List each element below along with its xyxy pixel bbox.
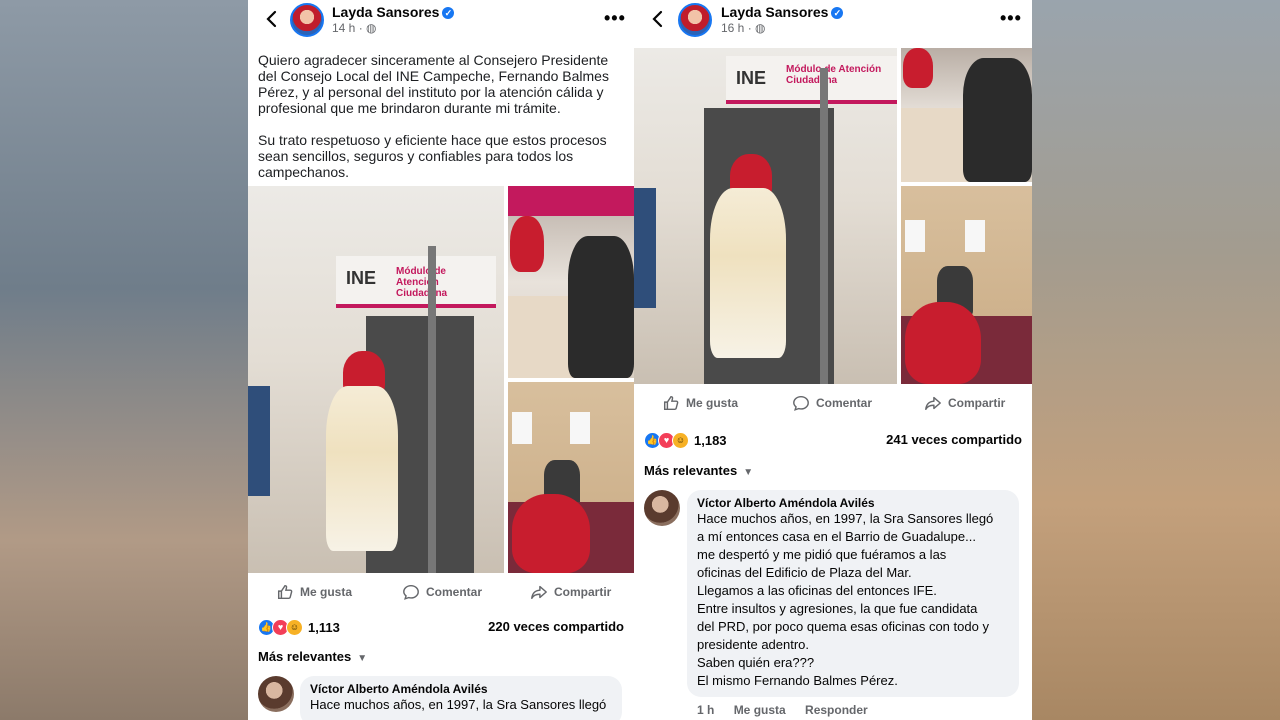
like-icon [663, 395, 679, 411]
commenter-avatar[interactable] [258, 676, 294, 712]
reaction-count: 1,113 [308, 620, 340, 635]
haha-reaction-icon: ☺ [672, 432, 689, 449]
commenter-avatar[interactable] [644, 490, 680, 526]
comment-bubble: Víctor Alberto Améndola Avilés Hace much… [687, 490, 1019, 697]
more-dots-icon[interactable]: ••• [604, 8, 626, 29]
globe-icon: ◍ [755, 21, 766, 35]
post-photo-main[interactable]: INE Módulo de Atención Ciudadana [634, 48, 897, 384]
share-icon [531, 585, 547, 600]
comments-sort-dropdown[interactable]: Más relevantes ▼ [258, 649, 367, 664]
comment-text: Hace muchos años, en 1997, la Sra Sansor… [697, 511, 994, 688]
author-avatar[interactable] [290, 3, 324, 37]
post-header: Layda Sansores ✓ 16 h · ◍ ••• [634, 0, 1032, 44]
verified-icon: ✓ [831, 7, 844, 19]
post-actions-bar: Me gusta Comentar Compartir [248, 573, 634, 609]
post-actions-bar: Me gusta Comentar Compartir [634, 384, 1032, 420]
ine-logo-text: INE [346, 268, 377, 288]
post-stats: 👍 ♥ ☺ 1,113 220 veces compartido [248, 617, 634, 639]
like-button[interactable]: Me gusta [276, 583, 352, 601]
like-label: Me gusta [300, 585, 353, 599]
more-dots-icon[interactable]: ••• [1000, 8, 1022, 29]
reactions[interactable]: 👍 ♥ ☺ 1,113 [258, 619, 340, 636]
share-count[interactable]: 241 veces compartido [886, 432, 1022, 447]
post-photo-main[interactable]: INE Módulo de Atención Ciudadana [248, 186, 504, 573]
chevron-down-icon: ▼ [357, 653, 368, 664]
back-arrow-icon[interactable] [262, 9, 282, 29]
sort-label: Más relevantes [644, 463, 738, 478]
comment-time: 1 h [697, 703, 715, 717]
share-count[interactable]: 220 veces compartido [488, 619, 624, 634]
comment-label: Comentar [816, 396, 873, 410]
reaction-count: 1,183 [694, 433, 727, 448]
author-name[interactable]: Layda Sansores ✓ [332, 4, 455, 20]
post-photo-desk[interactable] [508, 186, 634, 378]
comment-author[interactable]: Víctor Alberto Améndola Avilés [697, 496, 1009, 510]
share-label: Compartir [554, 585, 612, 599]
comment-like-button[interactable]: Me gusta [734, 703, 786, 717]
reactions[interactable]: 👍 ♥ ☺ 1,183 [644, 432, 727, 449]
haha-reaction-icon: ☺ [286, 619, 303, 636]
author-avatar[interactable] [678, 3, 712, 37]
ine-sign-subtext: Módulo de Atención Ciudadana [396, 266, 448, 299]
sort-label: Más relevantes [258, 649, 352, 664]
post-photo-office[interactable] [901, 186, 1032, 384]
right-post-screenshot: Layda Sansores ✓ 16 h · ◍ ••• INE Módulo … [634, 0, 1032, 720]
comment-button[interactable]: Comentar [792, 394, 872, 412]
verified-icon: ✓ [442, 7, 455, 19]
like-icon [277, 584, 293, 600]
chevron-down-icon: ▼ [743, 467, 754, 478]
blurred-background-left [0, 0, 248, 720]
ine-sign-subtext: Módulo de Atención Ciudadana [786, 64, 882, 86]
comments-sort-dropdown[interactable]: Más relevantes ▼ [644, 463, 753, 478]
post-paragraph: Quiero agradecer sinceramente al Conseje… [258, 52, 609, 116]
comment-button[interactable]: Comentar [402, 583, 482, 601]
post-time: 14 h · ◍ [332, 21, 377, 35]
like-button[interactable]: Me gusta [662, 394, 738, 412]
comment-label: Comentar [426, 585, 483, 599]
post-photo-office[interactable] [508, 382, 634, 573]
blurred-background-right [1032, 0, 1280, 720]
comment-meta: 1 h Me gusta Responder [697, 703, 884, 717]
share-button[interactable]: Compartir [530, 583, 611, 601]
post-photo-desk[interactable] [901, 48, 1032, 182]
comment-bubble: Víctor Alberto Améndola Avilés Hace much… [300, 676, 622, 720]
post-stats: 👍 ♥ ☺ 1,183 241 veces compartido [634, 430, 1032, 452]
like-label: Me gusta [686, 396, 739, 410]
ine-logo-text: INE [736, 68, 767, 88]
author-name[interactable]: Layda Sansores ✓ [721, 4, 844, 20]
comment-author[interactable]: Víctor Alberto Améndola Avilés [310, 682, 612, 696]
post-time: 16 h · ◍ [721, 21, 766, 35]
post-text: Quiero agradecer sinceramente al Conseje… [248, 44, 634, 180]
comment-reply-button[interactable]: Responder [805, 703, 868, 717]
comment-text: Hace muchos años, en 1997, la Sra Sansor… [310, 697, 607, 712]
post-paragraph: Su trato respetuoso y eficiente hace que… [258, 132, 607, 180]
globe-icon: ◍ [366, 21, 377, 35]
share-icon [925, 396, 941, 411]
share-button[interactable]: Compartir [924, 394, 1005, 412]
share-label: Compartir [948, 396, 1006, 410]
post-header: Layda Sansores ✓ 14 h · ◍ ••• [248, 0, 634, 44]
comment-icon [793, 395, 809, 411]
comment-icon [403, 584, 419, 600]
back-arrow-icon[interactable] [648, 9, 668, 29]
left-post-screenshot: Layda Sansores ✓ 14 h · ◍ ••• Quiero agra… [248, 0, 634, 720]
